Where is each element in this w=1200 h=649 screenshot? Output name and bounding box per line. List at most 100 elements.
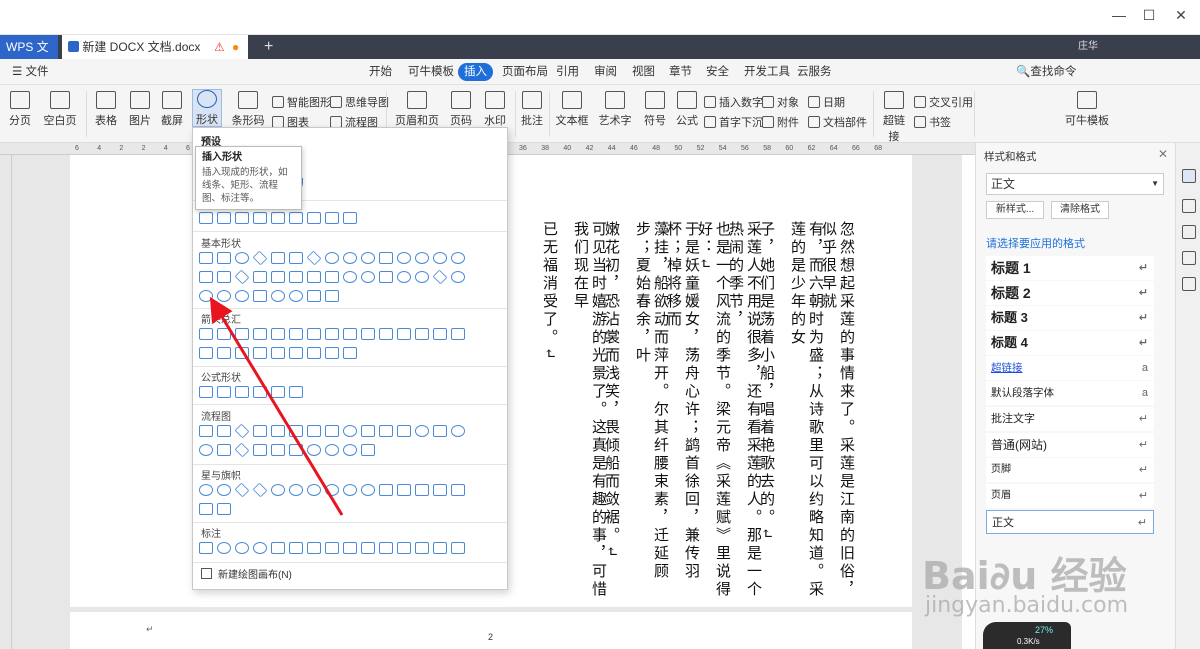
shape-item[interactable]	[271, 252, 285, 264]
symbol-button[interactable]: 符号	[641, 91, 669, 128]
shape-item[interactable]	[234, 269, 250, 285]
shape-item[interactable]	[415, 542, 429, 554]
menu-tab-layout[interactable]: 页面布局	[496, 63, 554, 81]
blankpage-button[interactable]: 空白页	[42, 91, 78, 128]
shape-item[interactable]	[415, 271, 429, 283]
shape-item[interactable]	[253, 542, 267, 554]
shape-item[interactable]	[271, 328, 285, 340]
flowchart-row-1[interactable]	[199, 423, 465, 439]
shape-item[interactable]	[217, 328, 231, 340]
shape-item[interactable]	[307, 328, 321, 340]
shape-item[interactable]	[433, 328, 447, 340]
shape-item[interactable]	[253, 444, 267, 456]
shape-item[interactable]	[199, 503, 213, 515]
new-style-button[interactable]: 新样式...	[986, 201, 1044, 219]
flowchart-row-2[interactable]	[199, 442, 375, 458]
style-heading-4[interactable]: 标题 4 ↵	[986, 331, 1154, 355]
formula-button[interactable]: 公式	[674, 91, 700, 128]
style-default-font[interactable]: 默认段落字体 a	[986, 381, 1154, 405]
barcode-button[interactable]: 条形码	[228, 91, 268, 128]
stars-row-2[interactable]	[199, 503, 231, 515]
shape-item[interactable]	[343, 425, 357, 437]
attach-button[interactable]: 附件	[762, 114, 799, 130]
shape-item[interactable]	[433, 542, 447, 554]
shape-item[interactable]	[235, 252, 249, 264]
style-header[interactable]: 页眉 ↵	[986, 484, 1154, 508]
document-page-2[interactable]: 2 ↵	[70, 612, 912, 649]
shape-item[interactable]	[217, 484, 231, 496]
screenshot-button[interactable]: 截屏	[158, 91, 186, 128]
shape-item[interactable]	[307, 542, 321, 554]
shape-item[interactable]	[325, 252, 339, 264]
shape-item[interactable]	[361, 328, 375, 340]
shape-item[interactable]	[217, 503, 231, 515]
shape-item[interactable]	[217, 271, 231, 283]
shape-item[interactable]	[217, 347, 231, 359]
menu-tab-view[interactable]: 视图	[626, 63, 661, 81]
shape-item[interactable]	[415, 484, 429, 496]
shape-item[interactable]	[199, 425, 213, 437]
shape-item[interactable]	[379, 542, 393, 554]
shape-item[interactable]	[253, 328, 267, 340]
shape-item[interactable]	[199, 290, 213, 302]
shape-item[interactable]	[451, 484, 465, 496]
shape-item[interactable]	[361, 252, 375, 264]
shape-item[interactable]	[343, 212, 357, 224]
shape-item[interactable]	[451, 328, 465, 340]
shape-item[interactable]	[271, 542, 285, 554]
shape-item[interactable]	[379, 271, 393, 283]
shape-item[interactable]	[379, 425, 393, 437]
shape-item[interactable]	[361, 542, 375, 554]
shape-item[interactable]	[307, 425, 321, 437]
shape-item[interactable]	[361, 271, 375, 283]
shape-item[interactable]	[289, 542, 303, 554]
shape-item[interactable]	[397, 484, 411, 496]
basic-shapes-row-1[interactable]	[199, 250, 465, 266]
shape-item[interactable]	[325, 542, 339, 554]
shape-item[interactable]	[397, 328, 411, 340]
style-hyperlink[interactable]: 超链接 a	[986, 356, 1154, 380]
pagebreak-button[interactable]: 分页	[8, 91, 32, 128]
mindmap-button[interactable]: 思维导图	[330, 94, 389, 110]
stars-row-1[interactable]	[199, 482, 465, 498]
shape-item[interactable]	[397, 271, 411, 283]
menu-tab-template[interactable]: 可牛模板	[402, 63, 460, 81]
shape-item[interactable]	[235, 347, 249, 359]
shape-item[interactable]	[199, 444, 213, 456]
shape-item[interactable]	[343, 444, 357, 456]
menu-tab-chapter[interactable]: 章节	[663, 63, 698, 81]
docpart-button[interactable]: 文档部件	[808, 114, 867, 130]
menu-tab-cloud[interactable]: 云服务	[791, 63, 838, 81]
shape-item[interactable]	[217, 542, 231, 554]
textbox-button[interactable]: 文本框	[555, 91, 589, 128]
shape-item[interactable]	[415, 328, 429, 340]
close-button[interactable]: ✕	[1166, 5, 1196, 25]
menu-tab-references[interactable]: 引用	[550, 63, 585, 81]
shape-item[interactable]	[235, 328, 249, 340]
shape-item[interactable]	[451, 252, 465, 264]
shape-item[interactable]	[271, 386, 285, 398]
arrows-row-2[interactable]	[199, 347, 357, 359]
shape-item[interactable]	[451, 425, 465, 437]
table-button[interactable]: 表格	[92, 91, 120, 128]
template-button[interactable]: 可牛模板	[1064, 91, 1110, 128]
new-tab-button[interactable]: +	[258, 35, 273, 59]
shape-item[interactable]	[325, 425, 339, 437]
shape-item[interactable]	[379, 252, 393, 264]
shape-item[interactable]	[253, 271, 267, 283]
date-button[interactable]: 日期	[808, 94, 845, 110]
menu-tab-insert[interactable]: 插入	[458, 63, 493, 81]
minimize-button[interactable]: —	[1104, 5, 1134, 25]
picture-button[interactable]: 图片	[126, 91, 154, 128]
shape-item[interactable]	[307, 290, 321, 302]
shape-item[interactable]	[289, 484, 303, 496]
pagenum-button[interactable]: 页码	[446, 91, 476, 128]
menu-tab-review[interactable]: 审阅	[588, 63, 623, 81]
shape-item[interactable]	[433, 425, 447, 437]
shape-item[interactable]	[307, 444, 321, 456]
shape-item[interactable]	[235, 212, 249, 224]
shape-item[interactable]	[343, 328, 357, 340]
style-heading-1[interactable]: 标题 1 ↵	[986, 256, 1154, 280]
equation-shapes-row[interactable]	[199, 386, 303, 398]
hyperlink-button[interactable]: 超链接	[878, 91, 910, 144]
